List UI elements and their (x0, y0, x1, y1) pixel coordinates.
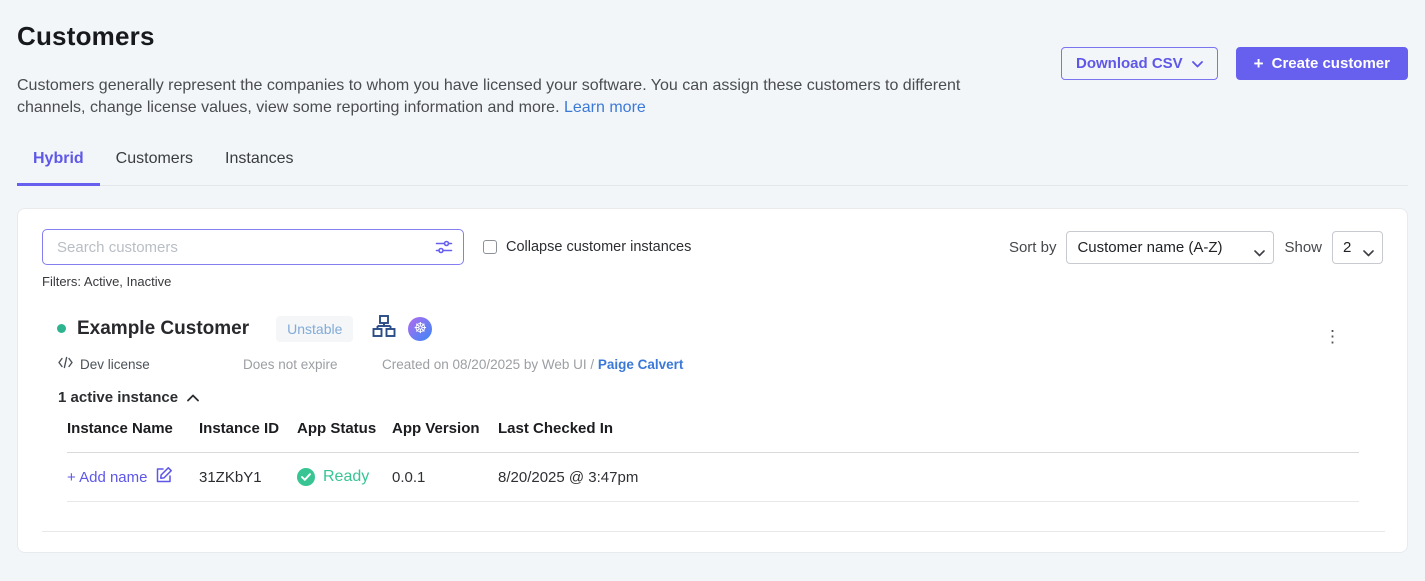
learn-more-link[interactable]: Learn more (564, 99, 646, 116)
code-icon (58, 356, 73, 372)
table-row: + Add name 31ZKbY1 Ready 0.0.1 (67, 453, 1359, 502)
instances-table-header: Instance Name Instance ID App Status App… (67, 420, 1359, 453)
col-app-version: App Version (392, 420, 498, 437)
collapse-instances-checkbox[interactable] (483, 240, 497, 254)
page-header: Customers Customers generally represent … (17, 0, 1408, 119)
instance-id-value: 31ZKbY1 (199, 469, 297, 486)
col-instance-name: Instance Name (67, 420, 199, 437)
last-checked-in-value: 8/20/2025 @ 3:47pm (498, 469, 1359, 486)
helm-chart-icon (372, 314, 396, 343)
tab-customers[interactable]: Customers (100, 150, 209, 186)
customer-name[interactable]: Example Customer (77, 318, 249, 340)
active-instances-toggle[interactable]: 1 active instance (42, 389, 1383, 406)
license-details-row: Dev license Does not expire Created on 0… (42, 356, 1383, 372)
sort-select-wrap: Customer name (A-Z) (1066, 231, 1274, 264)
page-description: Customers generally represent the compan… (17, 75, 997, 119)
page-title: Customers (17, 21, 997, 52)
download-csv-label: Download CSV (1076, 55, 1183, 72)
active-instances-label: 1 active instance (58, 389, 178, 406)
created-by-link[interactable]: Paige Calvert (598, 357, 684, 372)
col-app-status: App Status (297, 420, 392, 437)
tab-bar: Hybrid Customers Instances (17, 150, 1408, 186)
collapse-instances-label: Collapse customer instances (506, 239, 691, 255)
channel-badge: Unstable (276, 316, 353, 342)
sort-select[interactable]: Customer name (A-Z) (1066, 231, 1274, 264)
created-text: Created on 08/20/2025 by Web UI / (382, 357, 598, 372)
show-select-wrap: 20 (1332, 231, 1383, 264)
instances-table: Instance Name Instance ID App Status App… (67, 420, 1359, 502)
license-type-label: Dev license (80, 357, 150, 372)
col-instance-id: Instance ID (199, 420, 297, 437)
chevron-up-icon (187, 389, 199, 406)
customer-type-icons: ☸ (372, 314, 432, 343)
edit-icon (155, 466, 173, 488)
section-divider (42, 531, 1385, 532)
show-label: Show (1284, 239, 1322, 256)
search-wrap (42, 229, 464, 265)
customer-row-header: Example Customer Unstable ☸ ⋮ (42, 312, 1383, 345)
chevron-down-icon (1192, 55, 1203, 72)
kubernetes-icon: ☸ (408, 317, 432, 341)
kebab-menu-icon[interactable]: ⋮ (1324, 328, 1341, 345)
add-name-button[interactable]: + Add name (67, 466, 199, 488)
collapse-instances-control: Collapse customer instances (483, 239, 691, 255)
active-filters-text: Filters: Active, Inactive (42, 274, 1383, 289)
add-name-label: + Add name (67, 469, 147, 486)
sort-by-label: Sort by (1009, 239, 1057, 256)
create-customer-label: Create customer (1272, 55, 1390, 72)
plus-icon: + (1254, 55, 1264, 72)
page-header-text: Customers Customers generally represent … (17, 21, 997, 119)
list-controls: Sort by Customer name (A-Z) Show 20 (1009, 231, 1383, 264)
tab-hybrid[interactable]: Hybrid (17, 150, 100, 186)
filter-sliders-icon[interactable] (434, 237, 454, 262)
app-status-value: Ready (323, 468, 369, 486)
app-status-cell: Ready (297, 468, 392, 486)
col-last-checked-in: Last Checked In (498, 420, 1359, 437)
license-type: Dev license (58, 356, 243, 372)
header-actions: Download CSV + Create customer (1061, 47, 1408, 80)
check-circle-icon (297, 468, 315, 486)
license-expiry: Does not expire (243, 357, 382, 372)
app-version-value: 0.0.1 (392, 469, 498, 486)
customers-page: Customers Customers generally represent … (0, 0, 1425, 553)
page-description-text: Customers generally represent the compan… (17, 77, 960, 116)
active-status-dot (57, 324, 66, 333)
tab-instances[interactable]: Instances (209, 150, 309, 186)
card-toolbar: Collapse customer instances Sort by Cust… (42, 229, 1383, 265)
create-customer-button[interactable]: + Create customer (1236, 47, 1408, 80)
search-input[interactable] (42, 229, 464, 265)
license-created: Created on 08/20/2025 by Web UI / Paige … (382, 357, 683, 372)
show-select[interactable]: 20 (1332, 231, 1383, 264)
customers-card: Collapse customer instances Sort by Cust… (17, 208, 1408, 553)
download-csv-button[interactable]: Download CSV (1061, 47, 1218, 80)
